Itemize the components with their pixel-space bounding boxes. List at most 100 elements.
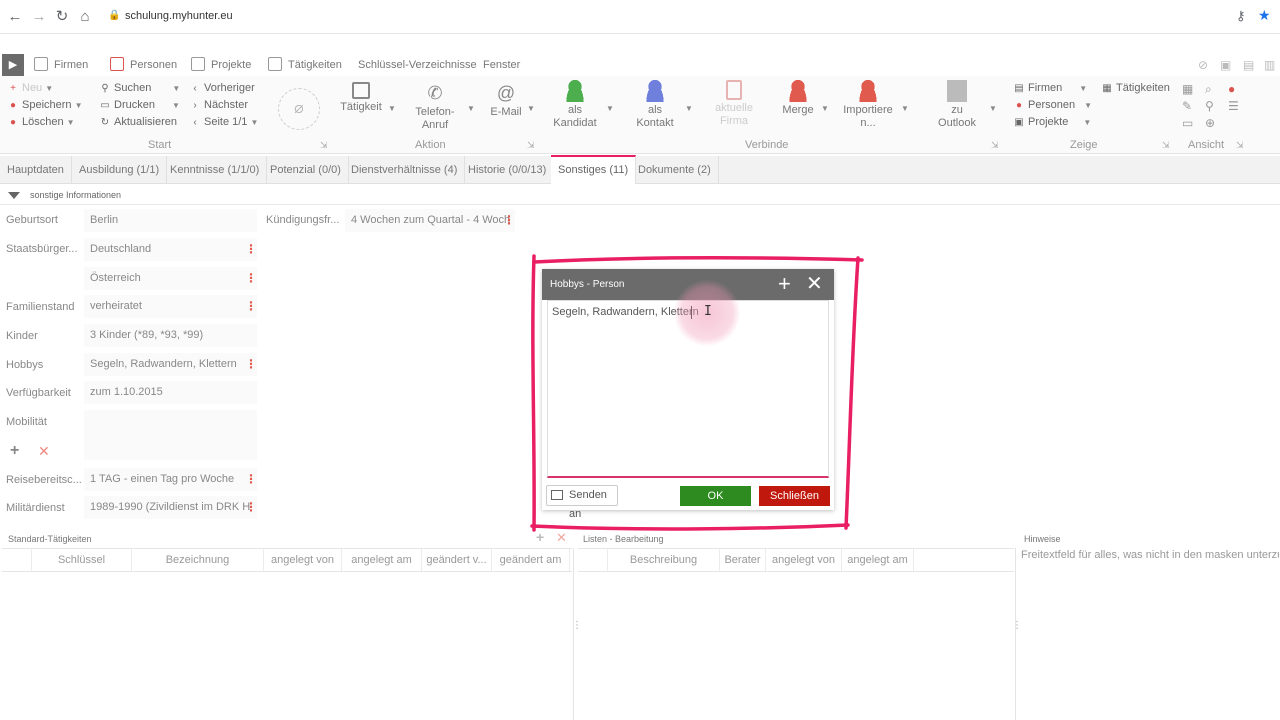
email-button[interactable]: @ E-Mail [486, 82, 526, 119]
field-kinder[interactable]: 3 Kinder (*89, *93, *99) [84, 324, 257, 347]
splitter-handle[interactable]: ⋮ [572, 620, 582, 631]
close-icon[interactable]: ✕ [806, 274, 823, 294]
menu-schluessel[interactable]: Schlüssel-Verzeichnisse [358, 54, 477, 76]
card-view-icon[interactable]: ▭ [1182, 116, 1193, 130]
more-icon[interactable]: ⋮ [245, 353, 257, 376]
list-view-icon[interactable]: ☰ [1228, 99, 1239, 113]
schliessen-button[interactable]: Schließen [759, 486, 830, 506]
zeige-firmen[interactable]: ▤ Firmen ▼ [1014, 82, 1087, 94]
app-menu-button[interactable]: ▶ [2, 54, 24, 76]
filter-view-icon[interactable]: ⚲ [1205, 99, 1214, 113]
menu-projekte[interactable]: Projekte [191, 54, 251, 76]
telefon-button[interactable]: ✆ Telefon- Anruf [410, 82, 460, 132]
col-geaendert-am[interactable]: geändert am [492, 549, 570, 571]
person-view-icon[interactable]: ● [1228, 82, 1235, 96]
col-berater[interactable]: Berater [720, 549, 766, 571]
table-view-icon[interactable]: ▦ [1182, 82, 1193, 96]
naechster-button[interactable]: › Nächster [190, 99, 248, 111]
url-field[interactable]: schulung.myhunter.eu [125, 10, 233, 22]
aktualisieren-button[interactable]: ↻ Aktualisieren [100, 116, 177, 128]
aktuelle-firma-button[interactable]: aktuelle Firma [710, 80, 758, 128]
drucken-button[interactable]: ▭ Drucken ▼ [100, 99, 180, 111]
tab-historie[interactable]: Historie (0/0/13) [461, 156, 555, 184]
col-bezeichnung[interactable]: Bezeichnung [132, 549, 264, 571]
expand-outlook-icon[interactable]: ⇲ [991, 140, 999, 151]
menu-fenster[interactable]: Fenster [483, 54, 520, 76]
field-militaer[interactable]: 1989-1990 (Zivildienst im DRK H ⋮ [84, 496, 257, 519]
menu-personen[interactable]: Personen [110, 54, 177, 76]
tab-ausbildung[interactable]: Ausbildung (1/1) [72, 156, 168, 184]
col-schluessel[interactable]: Schlüssel [32, 549, 132, 571]
menu-taetigkeiten[interactable]: Tätigkeiten [268, 54, 342, 76]
more-icon[interactable]: ⋮ [245, 496, 257, 519]
more-icon[interactable]: ⋮ [245, 267, 257, 290]
plus-icon[interactable]: + [778, 273, 791, 295]
col-listen-angelegt-am[interactable]: angelegt am [842, 549, 914, 571]
more-icon[interactable]: ⋮ [245, 238, 257, 261]
tab-dokumente[interactable]: Dokumente (2) [631, 156, 719, 184]
col-angelegt-am[interactable]: angelegt am [342, 549, 422, 571]
star-icon[interactable]: ★ [1258, 7, 1271, 24]
speichern-button[interactable]: ● Speichern ▼ [8, 99, 83, 111]
expand-aktion-icon[interactable]: ⇲ [527, 140, 535, 151]
image-icon[interactable]: ▣ [1220, 58, 1231, 72]
splitter-handle[interactable]: ⋮ [1012, 620, 1022, 631]
zu-outlook-button[interactable]: zu Outlook [935, 80, 979, 130]
menu-firmen[interactable]: Firmen [34, 54, 88, 76]
factory-icon[interactable]: ▥ [1264, 58, 1275, 72]
col-listen-angelegt-von[interactable]: angelegt von [766, 549, 842, 571]
taetigkeit-button[interactable]: Tätigkeit [338, 82, 384, 114]
field-staatsbuerger-2[interactable]: Österreich ⋮ [84, 267, 257, 290]
zeige-taetigkeiten[interactable]: ▦ Tätigkeiten [1102, 82, 1170, 94]
search-view-icon[interactable]: ⌕ [1205, 82, 1212, 97]
zeige-personen[interactable]: ● Personen ▼ [1014, 99, 1092, 111]
field-kuendigung[interactable]: 4 Wochen zum Quartal - 4 Woch ⋮ [345, 209, 515, 232]
more-icon[interactable]: ⋮ [503, 209, 515, 232]
importieren-button[interactable]: Importiere n... [840, 80, 896, 130]
merge-button[interactable]: Merge [778, 80, 818, 117]
zoom-view-icon[interactable]: ⊕ [1205, 116, 1215, 130]
tab-kenntnisse[interactable]: Kenntnisse (1/1/0) [163, 156, 268, 184]
field-familienstand[interactable]: verheiratet ⋮ [84, 295, 257, 318]
add-icon[interactable]: + [10, 442, 19, 460]
field-staatsbuerger-1[interactable]: Deutschland ⋮ [84, 238, 257, 261]
field-mobilitaet[interactable] [84, 410, 257, 460]
back-icon[interactable]: ← [6, 8, 24, 26]
suchen-button[interactable]: ⚲ Suchen ▼ [100, 82, 180, 94]
neu-button[interactable]: + Neu ▼ [8, 82, 53, 94]
remove-icon[interactable]: ✕ [38, 443, 50, 460]
forward-icon[interactable]: → [30, 8, 48, 26]
expand-ansicht-icon[interactable]: ⇲ [1236, 140, 1244, 151]
als-kontakt-button[interactable]: als Kontakt [632, 80, 678, 130]
field-reise[interactable]: 1 TAG - einen Tag pro Woche ⋮ [84, 468, 257, 491]
section-header[interactable]: sonstige Informationen [8, 190, 121, 200]
col-beschreibung[interactable]: Beschreibung [608, 549, 720, 571]
more-icon[interactable]: ⋮ [245, 468, 257, 491]
attach-icon[interactable]: ⌀ [278, 88, 320, 130]
tab-sonstiges[interactable]: Sonstiges (11) [551, 155, 637, 184]
field-geburtsort[interactable]: Berlin [84, 209, 257, 232]
key-icon[interactable]: ⚷ [1236, 8, 1246, 24]
expand-zeige-icon[interactable]: ⇲ [1162, 140, 1170, 151]
senden-an-button[interactable]: Senden an [546, 485, 618, 520]
expand-start-icon[interactable]: ⇲ [320, 140, 328, 151]
help-icon[interactable]: ⊘ [1198, 58, 1208, 72]
chart-icon[interactable]: ▤ [1243, 58, 1254, 72]
tab-hauptdaten[interactable]: Hauptdaten [0, 156, 72, 184]
hinweise-text[interactable]: Freitextfeld für alles, was nicht in den… [1021, 549, 1279, 561]
edit-view-icon[interactable]: ✎ [1182, 99, 1192, 113]
ok-button[interactable]: OK [680, 486, 751, 506]
col-geaendert-von[interactable]: geändert v... [422, 549, 492, 571]
tab-potenzial[interactable]: Potenzial (0/0) [263, 156, 349, 184]
reload-icon[interactable]: ↻ [53, 8, 71, 26]
field-verfuegbarkeit[interactable]: zum 1.10.2015 [84, 381, 257, 404]
more-icon[interactable]: ⋮ [245, 295, 257, 318]
vorheriger-button[interactable]: ‹ Vorheriger [190, 82, 254, 94]
field-hobbys[interactable]: Segeln, Radwandern, Klettern ⋮ [84, 353, 257, 376]
seite-selector[interactable]: ‹ Seite 1/1 ▼ [190, 116, 258, 128]
col-angelegt-von[interactable]: angelegt von [264, 549, 342, 571]
zeige-projekte[interactable]: ▣ Projekte ▼ [1014, 116, 1091, 128]
als-kandidat-button[interactable]: als Kandidat [552, 80, 598, 130]
home-icon[interactable]: ⌂ [76, 8, 94, 26]
loeschen-button[interactable]: ● Löschen ▼ [8, 116, 75, 128]
